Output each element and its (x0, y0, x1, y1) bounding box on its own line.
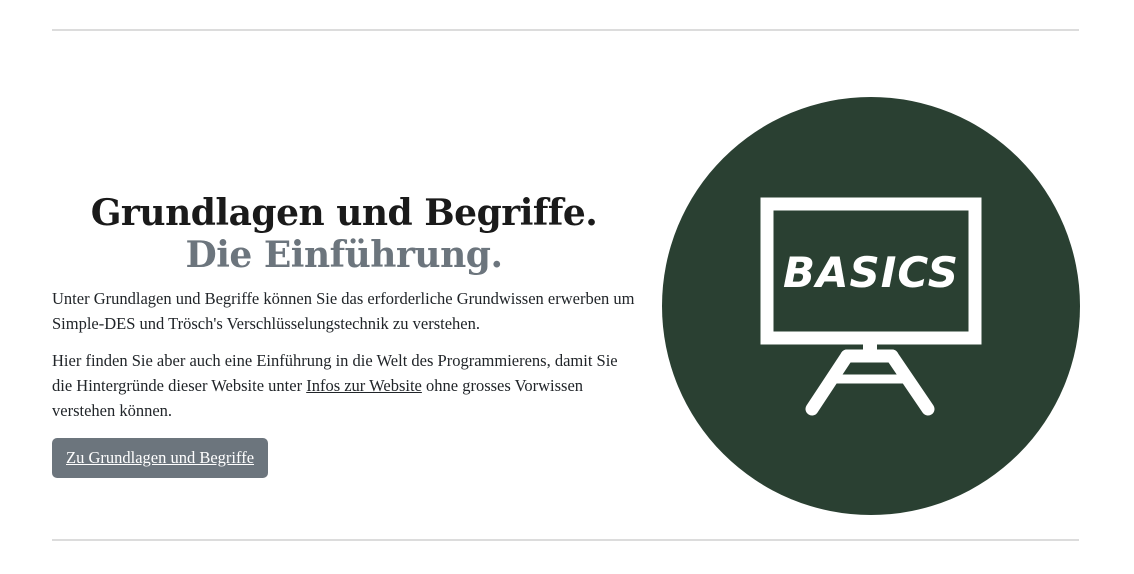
top-divider (52, 29, 1079, 31)
section-heading: Grundlagen und Begriffe. Die Einführung. (52, 192, 636, 276)
heading-muted: Die Einführung. (185, 234, 503, 276)
illustration-circle (662, 97, 1080, 515)
intro-paragraph: Unter Grundlagen und Begriffe können Sie… (52, 289, 635, 333)
website-info-link[interactable]: Infos zur Website (306, 376, 422, 395)
bottom-divider (52, 539, 1079, 541)
basics-illustration: BASICS (662, 97, 1080, 515)
blackboard-easel-icon: BASICS (662, 97, 1080, 515)
basics-button[interactable]: Zu Grundlagen und Begriffe (52, 438, 269, 478)
board-text: BASICS (783, 248, 959, 297)
intro-text-column: Grundlagen und Begriffe. Die Einführung.… (52, 192, 636, 478)
heading-main: Grundlagen und Begriffe. (90, 192, 598, 234)
programming-paragraph: Hier finden Sie aber auch eine Einführun… (52, 348, 636, 423)
